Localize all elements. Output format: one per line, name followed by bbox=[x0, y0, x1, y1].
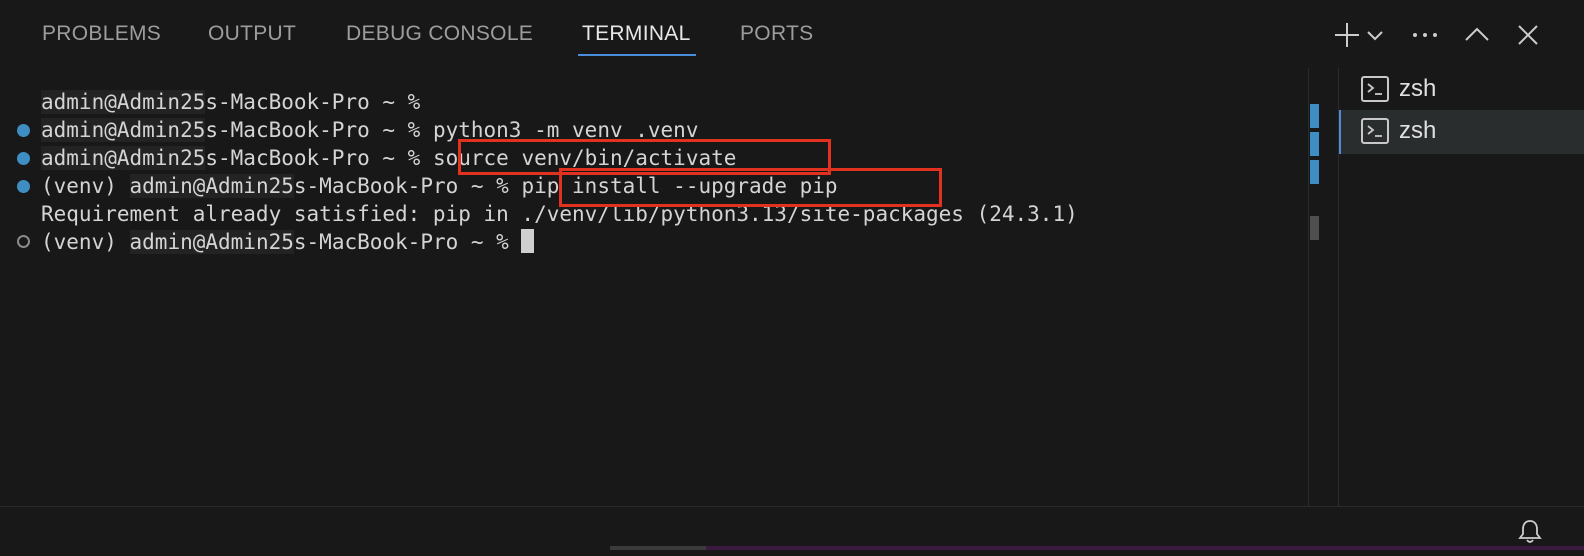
ruler-decoration-mark bbox=[1310, 104, 1319, 128]
chevron-up-icon bbox=[1465, 27, 1489, 41]
tab-problems[interactable]: PROBLEMS bbox=[42, 22, 161, 46]
more-actions-button[interactable] bbox=[1408, 18, 1442, 52]
prompt-user: admin@Admin25 bbox=[41, 118, 206, 142]
prompt-host: s-MacBook-Pro ~ % bbox=[293, 174, 522, 198]
prompt-user: admin@Admin25 bbox=[41, 90, 206, 114]
ellipsis-icon bbox=[1413, 33, 1437, 37]
prompt-host: s-MacBook-Pro ~ % bbox=[205, 90, 433, 114]
terminal-line: admin@Admin25s-MacBook-Pro ~ % bbox=[41, 88, 433, 116]
prompt-host: s-MacBook-Pro ~ % bbox=[205, 146, 433, 170]
notifications-button[interactable] bbox=[1516, 517, 1544, 545]
tab-debug-console[interactable]: DEBUG CONSOLE bbox=[346, 22, 533, 46]
prompt-user: admin@Admin25 bbox=[129, 174, 294, 198]
active-tab-indicator bbox=[578, 54, 696, 56]
close-panel-button[interactable] bbox=[1511, 18, 1545, 52]
venv-prefix: (venv) bbox=[41, 174, 130, 198]
tab-ports[interactable]: PORTS bbox=[740, 22, 813, 46]
annotation-box bbox=[559, 168, 942, 207]
prompt-host: s-MacBook-Pro ~ % bbox=[293, 230, 522, 254]
bottom-strip bbox=[610, 546, 706, 550]
command-success-decoration[interactable] bbox=[17, 152, 30, 165]
tab-output[interactable]: OUTPUT bbox=[208, 22, 296, 46]
bell-icon bbox=[1518, 520, 1542, 543]
launch-profile-button[interactable] bbox=[1364, 18, 1386, 52]
terminal-tab-label: zsh bbox=[1399, 117, 1437, 144]
prompt-user: admin@Admin25 bbox=[129, 230, 294, 254]
tab-terminal[interactable]: TERMINAL bbox=[582, 22, 691, 46]
maximize-panel-button[interactable] bbox=[1460, 18, 1494, 52]
terminal-icon bbox=[1361, 118, 1389, 144]
command-pending-decoration[interactable] bbox=[17, 235, 30, 248]
terminal-icon bbox=[1361, 76, 1389, 102]
close-icon bbox=[1518, 25, 1538, 45]
terminal-tabs-list: zsh zsh bbox=[1338, 68, 1584, 506]
terminal-line: (venv) admin@Admin25s-MacBook-Pro ~ % bbox=[41, 228, 535, 256]
terminal-tab-zsh-1[interactable]: zsh bbox=[1339, 68, 1584, 112]
scrollbar-thumb[interactable] bbox=[1310, 216, 1319, 240]
venv-prefix: (venv) bbox=[41, 230, 130, 254]
ruler-decoration-mark bbox=[1310, 132, 1319, 156]
prompt-host: s-MacBook-Pro ~ % bbox=[205, 118, 433, 142]
command-success-decoration[interactable] bbox=[17, 180, 30, 193]
overview-ruler bbox=[1308, 68, 1309, 506]
chevron-down-icon bbox=[1367, 31, 1383, 41]
terminal-tab-zsh-2[interactable]: zsh bbox=[1339, 110, 1584, 154]
ruler-decoration-mark bbox=[1310, 160, 1319, 184]
command-success-decoration[interactable] bbox=[17, 124, 30, 137]
terminal-cursor bbox=[521, 229, 535, 253]
panel-tab-bar: PROBLEMS OUTPUT DEBUG CONSOLE TERMINAL P… bbox=[0, 0, 1584, 68]
terminal-tab-label: zsh bbox=[1399, 75, 1437, 102]
prompt-user: admin@Admin25 bbox=[41, 146, 206, 170]
new-terminal-button[interactable] bbox=[1330, 18, 1364, 52]
bottom-strip bbox=[706, 546, 1584, 550]
plus-icon bbox=[1335, 23, 1359, 47]
